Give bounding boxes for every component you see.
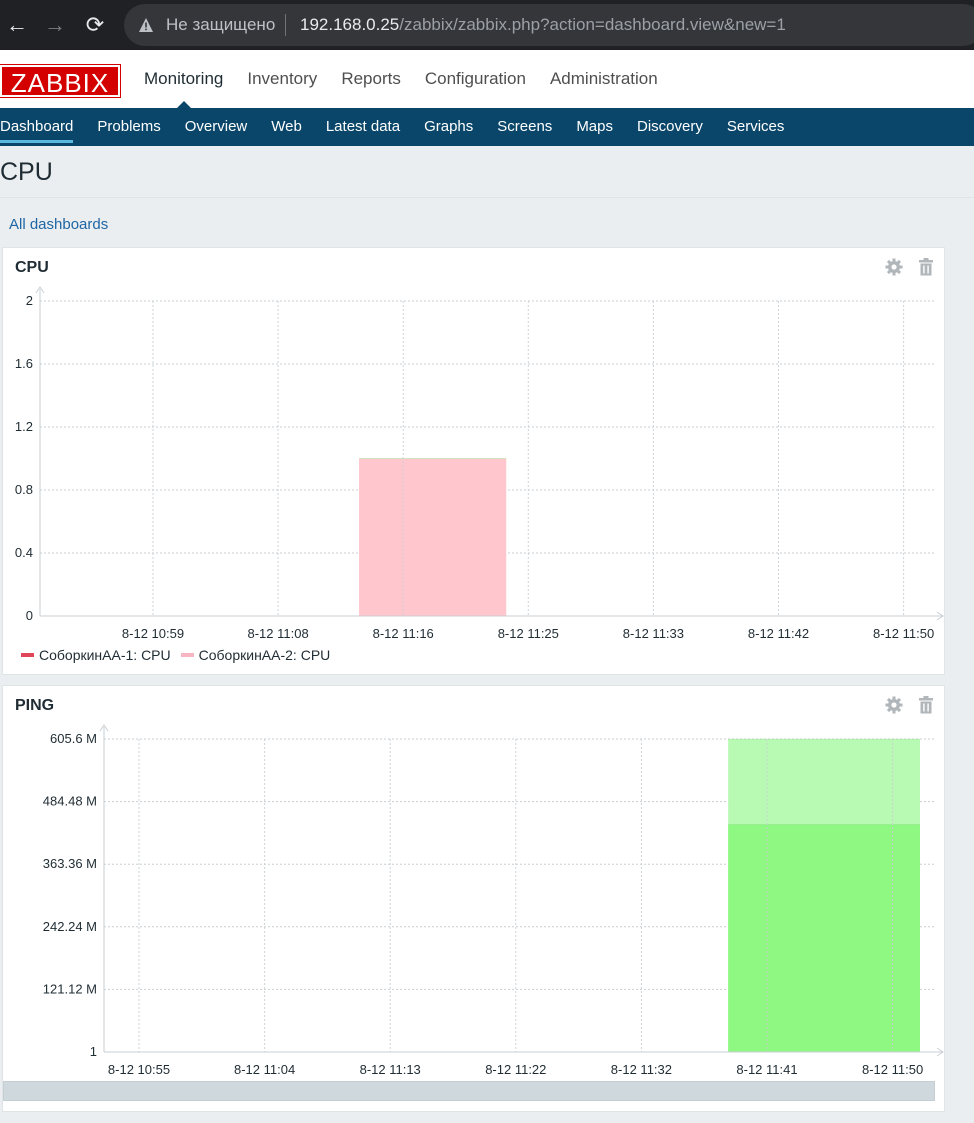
url-path: /zabbix/zabbix.php?action=dashboard.view… (399, 15, 786, 34)
cpu-legend: СоборкинАА-1: CPU СоборкинАА-2: CPU (21, 647, 330, 663)
submenu-latest-data[interactable]: Latest data (314, 108, 412, 146)
menu-configuration[interactable]: Configuration (413, 50, 538, 108)
url-separator (285, 14, 286, 36)
x-tick-label: 8-12 11:16 (373, 626, 434, 641)
zabbix-logo[interactable]: ZABBIX (0, 64, 121, 98)
menu-monitoring-label: Monitoring (144, 69, 224, 88)
y-tick-label: 0.4 (15, 545, 33, 560)
menu-monitoring[interactable]: Monitoring (132, 50, 235, 108)
y-tick-label: 121.12 M (43, 981, 97, 996)
not-secure-label[interactable]: Не защищено (166, 15, 275, 35)
warning-icon[interactable] (138, 17, 154, 33)
url-host: 192.168.0.25 (300, 15, 400, 34)
y-tick-label: 0.8 (15, 482, 33, 497)
y-tick-label: 0 (26, 608, 33, 623)
y-tick-label: 484.48 M (43, 794, 97, 809)
browser-toolbar: ← → ⟳ Не защищено 192.168.0.25/zabbix/za… (0, 0, 974, 50)
legend-swatch (21, 653, 34, 657)
y-tick-label: 363.36 M (43, 856, 97, 871)
x-tick-label: 8-12 11:42 (748, 626, 809, 641)
y-tick-label: 242.24 M (43, 919, 97, 934)
legend-entry: СоборкинАА-1: CPU (21, 647, 171, 663)
x-tick-label: 8-12 11:13 (360, 1062, 421, 1077)
all-dashboards-link[interactable]: All dashboards (9, 216, 108, 233)
legend-label: СоборкинАА-1: CPU (39, 647, 171, 663)
x-tick-label: 8-12 11:41 (736, 1062, 797, 1077)
back-icon[interactable]: ← (4, 12, 30, 38)
submenu-dashboard[interactable]: Dashboard (0, 108, 85, 146)
x-tick-label: 8-12 10:59 (122, 626, 184, 641)
x-tick-label: 8-12 11:22 (485, 1062, 546, 1077)
title-divider (0, 197, 974, 198)
x-tick-label: 8-12 11:08 (247, 626, 308, 641)
x-tick-label: 8-12 11:33 (623, 626, 684, 641)
menu-reports[interactable]: Reports (329, 50, 413, 108)
submenu-web[interactable]: Web (259, 108, 314, 146)
cpu-widget: CPU 0 0.4 0.8 1.2 1.6 2 8-12 10:59 8-12 11:08 8-… (2, 247, 945, 675)
y-tick-label: 1.2 (15, 419, 33, 434)
submenu-discovery[interactable]: Discovery (625, 108, 715, 146)
y-tick-label: 2 (26, 293, 33, 308)
x-tick-label: 8-12 11:25 (498, 626, 559, 641)
ping-widget: PING 1 121.12 M 242.24 M 363.36 M 484.48 M 60… (2, 685, 945, 1112)
ping-chart: 1 121.12 M 242.24 M 363.36 M 484.48 M 605.6 M… (43, 724, 944, 1077)
y-tick-label: 1 (90, 1044, 97, 1059)
cpu-chart: 0 0.4 0.8 1.2 1.6 2 8-12 10:59 8-12 11:08 8-12 1… (15, 286, 944, 641)
data-area (728, 824, 921, 1052)
submenu-graphs[interactable]: Graphs (412, 108, 485, 146)
submenu-maps[interactable]: Maps (564, 108, 625, 146)
sub-menu: Dashboard Problems Overview Web Latest d… (0, 108, 974, 146)
reload-icon[interactable]: ⟳ (82, 12, 108, 38)
address-bar[interactable]: Не защищено 192.168.0.25/zabbix/zabbix.p… (124, 4, 974, 46)
zabbix-header: ZABBIX Monitoring Inventory Reports Conf… (0, 50, 974, 108)
y-tick-label: 605.6 M (50, 731, 97, 746)
main-menu: Monitoring Inventory Reports Configurati… (132, 50, 670, 108)
url-text[interactable]: 192.168.0.25/zabbix/zabbix.php?action=da… (300, 15, 786, 35)
submenu-screens[interactable]: Screens (485, 108, 564, 146)
data-area (359, 458, 507, 616)
menu-administration[interactable]: Administration (538, 50, 670, 108)
x-tick-label: 8-12 10:55 (108, 1062, 170, 1077)
x-tick-label: 8-12 11:32 (611, 1062, 672, 1077)
forward-icon[interactable]: → (42, 12, 68, 38)
menu-inventory[interactable]: Inventory (235, 50, 329, 108)
y-tick-label: 1.6 (15, 356, 33, 371)
legend-entry: СоборкинАА-2: CPU (180, 647, 331, 663)
x-tick-label: 8-12 11:04 (234, 1062, 295, 1077)
horizontal-scrollbar[interactable] (3, 1081, 935, 1101)
x-tick-label: 8-12 11:50 (862, 1062, 923, 1077)
submenu-problems[interactable]: Problems (85, 108, 172, 146)
active-menu-caret (176, 101, 191, 108)
x-tick-label: 8-12 11:50 (873, 626, 934, 641)
submenu-overview[interactable]: Overview (173, 108, 260, 146)
legend-label: СоборкинАА-2: CPU (198, 647, 331, 663)
legend-swatch (180, 653, 194, 657)
page-title: CPU (0, 158, 53, 186)
submenu-services[interactable]: Services (715, 108, 797, 146)
